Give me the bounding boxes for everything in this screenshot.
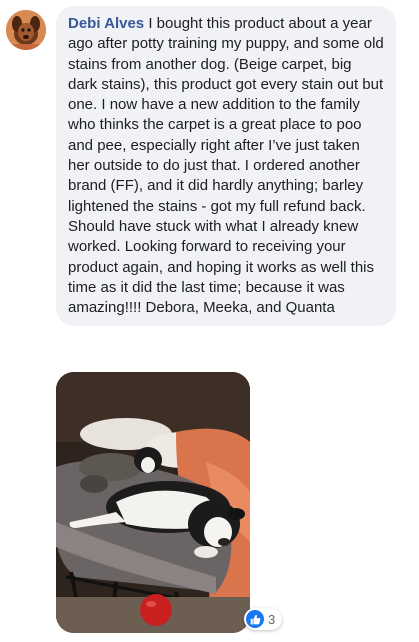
comment-thread: Debi Alves I bought this product about a… bbox=[0, 0, 419, 642]
author-name-link[interactable]: Debi Alves bbox=[68, 15, 144, 32]
comment-photo[interactable] bbox=[56, 372, 250, 633]
reaction-count: 3 bbox=[268, 611, 276, 627]
dogs-on-bed-image bbox=[56, 372, 250, 633]
dog-avatar-icon bbox=[6, 10, 46, 50]
thumbs-up-icon bbox=[246, 610, 264, 628]
avatar[interactable] bbox=[6, 10, 46, 50]
comment-text: I bought this product about a year ago a… bbox=[68, 15, 384, 317]
comment-bubble: Debi Alves I bought this product about a… bbox=[56, 6, 396, 327]
reaction-summary[interactable]: 3 bbox=[244, 608, 283, 630]
